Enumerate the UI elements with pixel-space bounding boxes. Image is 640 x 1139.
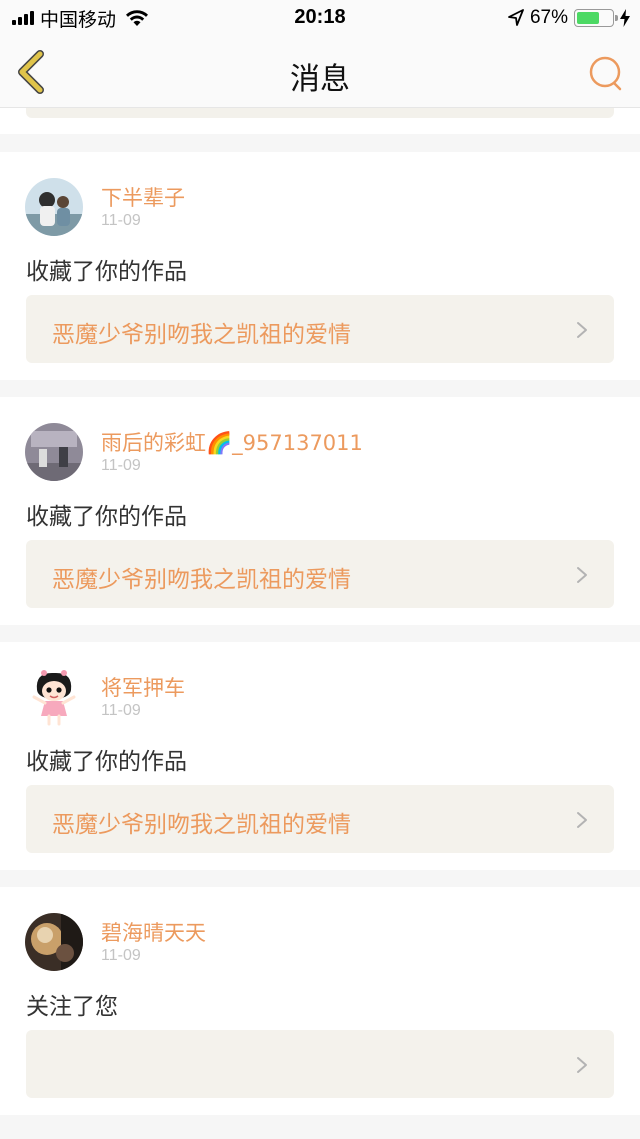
action-text: 收藏了你的作品 (26, 504, 187, 530)
notification-card: 雨后的彩虹🌈_957137011 11-09 收藏了你的作品 恶魔少爷别吻我之凯… (0, 397, 640, 625)
notification-date: 11-09 (101, 212, 141, 229)
username[interactable]: 将军押车 (101, 672, 185, 702)
notification-card: 碧海晴天天 11-09 关注了您 (0, 887, 640, 1115)
notification-date: 11-09 (101, 702, 141, 719)
chevron-right-icon (577, 567, 587, 583)
search-icon[interactable] (586, 54, 626, 94)
work-link[interactable]: 恶魔少爷别吻我之凯祖的爱情 (26, 540, 614, 608)
action-text: 收藏了你的作品 (26, 259, 187, 285)
action-text: 收藏了你的作品 (26, 749, 187, 775)
notification-card: 下半辈子 11-09 收藏了你的作品 恶魔少爷别吻我之凯祖的爱情 (0, 152, 640, 380)
location-arrow-icon (508, 9, 524, 26)
work-link[interactable] (26, 1030, 614, 1098)
username[interactable]: 碧海晴天天 (101, 917, 206, 947)
charging-bolt-icon (620, 9, 630, 27)
work-link[interactable]: 恶魔少爷别吻我之凯祖的爱情 (26, 295, 614, 363)
avatar[interactable] (25, 178, 83, 236)
chevron-right-icon (577, 812, 587, 828)
avatar[interactable] (25, 668, 83, 726)
username[interactable]: 雨后的彩虹🌈_957137011 (101, 427, 363, 457)
username[interactable]: 下半辈子 (101, 182, 185, 212)
previous-work-box[interactable] (26, 108, 614, 118)
chevron-right-icon (577, 322, 587, 338)
battery-icon (574, 9, 618, 27)
avatar[interactable] (25, 913, 83, 971)
battery-percent: 67% (529, 7, 568, 28)
work-title: 恶魔少爷别吻我之凯祖的爱情 (52, 567, 351, 593)
status-bar: 中国移动 20:18 67% (0, 0, 640, 36)
notification-date: 11-09 (101, 947, 141, 964)
work-title: 恶魔少爷别吻我之凯祖的爱情 (52, 812, 351, 838)
action-text: 关注了您 (26, 994, 118, 1020)
notification-card: 将军押车 11-09 收藏了你的作品 恶魔少爷别吻我之凯祖的爱情 (0, 642, 640, 870)
notification-date: 11-09 (101, 457, 141, 474)
nav-bar: 消息 (0, 36, 640, 108)
work-title: 恶魔少爷别吻我之凯祖的爱情 (52, 322, 351, 348)
avatar[interactable] (25, 423, 83, 481)
work-link[interactable]: 恶魔少爷别吻我之凯祖的爱情 (26, 785, 614, 853)
chevron-right-icon (577, 1057, 587, 1073)
page-title: 消息 (290, 62, 350, 97)
